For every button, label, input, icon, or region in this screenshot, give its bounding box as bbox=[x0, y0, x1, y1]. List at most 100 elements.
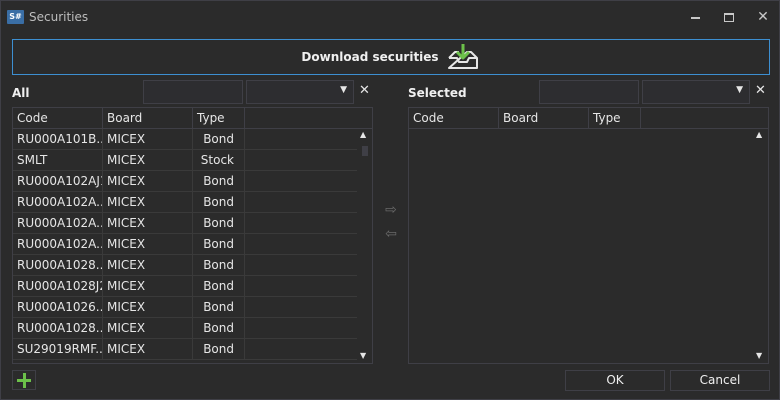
column-header-board[interactable]: Board bbox=[499, 108, 589, 128]
left-clear-icon[interactable]: ✕ bbox=[359, 83, 370, 98]
table-row[interactable]: RU000A1028J2 MICEX Bond bbox=[13, 276, 357, 297]
right-filter-combo[interactable]: ▼ bbox=[642, 80, 750, 104]
cell-board: MICEX bbox=[103, 192, 193, 212]
selected-label: Selected bbox=[408, 86, 467, 100]
cell-type: Bond bbox=[193, 234, 245, 254]
cell-type: Bond bbox=[193, 129, 245, 149]
minimize-button[interactable] bbox=[684, 7, 706, 27]
cell-code: RU000A1028J2 bbox=[13, 276, 103, 296]
cell-filler bbox=[245, 339, 357, 359]
cell-board: MICEX bbox=[103, 129, 193, 149]
table-row[interactable]: SU29019RMF... MICEX Bond bbox=[13, 339, 357, 360]
column-header-board[interactable]: Board bbox=[103, 108, 193, 128]
cell-type: Bond bbox=[193, 318, 245, 338]
table-row[interactable]: RU000A1028... MICEX Bond bbox=[13, 318, 357, 339]
chevron-down-icon: ▼ bbox=[340, 85, 347, 95]
vertical-scrollbar[interactable]: ▲ ▼ bbox=[753, 108, 768, 363]
cell-board: MICEX bbox=[103, 150, 193, 170]
grid-header: Code Board Type bbox=[13, 108, 372, 129]
cell-filler bbox=[245, 129, 357, 149]
cell-filler bbox=[245, 276, 357, 296]
right-filter-input[interactable] bbox=[539, 80, 639, 104]
column-header-code[interactable]: Code bbox=[409, 108, 499, 128]
table-row[interactable]: RU000A102A... MICEX Bond bbox=[13, 234, 357, 255]
table-row[interactable]: RU000A102A... MICEX Bond bbox=[13, 192, 357, 213]
column-header-code[interactable]: Code bbox=[13, 108, 103, 128]
column-header-type[interactable]: Type bbox=[589, 108, 641, 128]
cell-code: RU000A101B... bbox=[13, 129, 103, 149]
left-filter-input[interactable] bbox=[143, 80, 243, 104]
cell-type: Bond bbox=[193, 213, 245, 233]
cell-type: Bond bbox=[193, 171, 245, 191]
cell-code: RU000A102A... bbox=[13, 213, 103, 233]
securities-window: S# Securities ✕ Download securities All … bbox=[0, 0, 780, 400]
table-row[interactable]: RU000A102A... MICEX Bond bbox=[13, 213, 357, 234]
cell-code: SU29019RMF... bbox=[13, 339, 103, 359]
table-row[interactable]: RU000A1028... MICEX Bond bbox=[13, 255, 357, 276]
cell-board: MICEX bbox=[103, 339, 193, 359]
cell-filler bbox=[245, 255, 357, 275]
chevron-down-icon: ▼ bbox=[736, 85, 743, 95]
maximize-icon bbox=[724, 13, 734, 22]
cell-filler bbox=[245, 171, 357, 191]
maximize-button[interactable] bbox=[718, 7, 740, 27]
cell-type: Bond bbox=[193, 192, 245, 212]
cell-board: MICEX bbox=[103, 213, 193, 233]
window-title: Securities bbox=[29, 10, 89, 24]
app-icon: S# bbox=[7, 10, 24, 24]
cell-board: MICEX bbox=[103, 318, 193, 338]
cell-filler bbox=[245, 318, 357, 338]
scroll-up-icon[interactable]: ▲ bbox=[756, 130, 762, 139]
table-row[interactable]: SMLT MICEX Stock bbox=[13, 150, 357, 171]
cell-type: Stock bbox=[193, 150, 245, 170]
all-label: All bbox=[12, 86, 30, 100]
ok-button[interactable]: OK bbox=[565, 370, 665, 391]
column-header-filler bbox=[245, 108, 372, 128]
remove-from-selected-button[interactable]: ⇦ bbox=[381, 226, 401, 242]
download-tray-icon bbox=[447, 44, 478, 69]
cell-code: RU000A1026... bbox=[13, 297, 103, 317]
cell-type: Bond bbox=[193, 276, 245, 296]
cell-board: MICEX bbox=[103, 234, 193, 254]
cell-filler bbox=[245, 234, 357, 254]
vertical-scrollbar[interactable]: ▲ ▼ bbox=[357, 108, 372, 363]
left-filter-combo[interactable]: ▼ bbox=[246, 80, 354, 104]
column-header-type[interactable]: Type bbox=[193, 108, 245, 128]
scroll-up-icon[interactable]: ▲ bbox=[360, 130, 366, 139]
cell-code: RU000A102A... bbox=[13, 234, 103, 254]
right-clear-icon[interactable]: ✕ bbox=[755, 83, 766, 98]
cancel-button[interactable]: Cancel bbox=[670, 370, 770, 391]
cell-filler bbox=[245, 213, 357, 233]
scroll-thumb[interactable] bbox=[362, 146, 368, 156]
cell-filler bbox=[245, 150, 357, 170]
table-row[interactable]: RU000A102AJ1 MICEX Bond bbox=[13, 171, 357, 192]
grid-header: Code Board Type bbox=[409, 108, 768, 129]
cell-type: Bond bbox=[193, 339, 245, 359]
cell-code: RU000A102A... bbox=[13, 192, 103, 212]
add-security-button[interactable] bbox=[12, 370, 36, 390]
cell-type: Bond bbox=[193, 255, 245, 275]
scroll-down-icon[interactable]: ▼ bbox=[360, 351, 366, 360]
cell-code: SMLT bbox=[13, 150, 103, 170]
scroll-down-icon[interactable]: ▼ bbox=[756, 351, 762, 360]
add-to-selected-button[interactable]: ⇨ bbox=[381, 202, 401, 218]
cell-board: MICEX bbox=[103, 297, 193, 317]
table-row[interactable]: RU000A1026... MICEX Bond bbox=[13, 297, 357, 318]
close-icon: ✕ bbox=[757, 9, 769, 25]
column-header-filler bbox=[641, 108, 768, 128]
grid-body: RU000A101B... MICEX Bond SMLT MICEX Stock RU00… bbox=[13, 129, 357, 360]
cell-code: RU000A1028... bbox=[13, 255, 103, 275]
cell-code: RU000A1028... bbox=[13, 318, 103, 338]
close-button[interactable]: ✕ bbox=[752, 7, 774, 27]
cell-board: MICEX bbox=[103, 255, 193, 275]
table-row[interactable]: RU000A101B... MICEX Bond bbox=[13, 129, 357, 150]
cell-board: MICEX bbox=[103, 171, 193, 191]
cell-board: MICEX bbox=[103, 276, 193, 296]
selected-securities-grid[interactable]: Code Board Type ▲ ▼ bbox=[408, 107, 769, 364]
download-securities-button[interactable]: Download securities bbox=[12, 39, 770, 75]
all-securities-grid[interactable]: Code Board Type RU000A101B... MICEX Bond SM… bbox=[12, 107, 373, 364]
cell-type: Bond bbox=[193, 297, 245, 317]
title-bar[interactable]: S# Securities ✕ bbox=[1, 1, 779, 33]
minimize-icon bbox=[690, 16, 700, 19]
cell-code: RU000A102AJ1 bbox=[13, 171, 103, 191]
